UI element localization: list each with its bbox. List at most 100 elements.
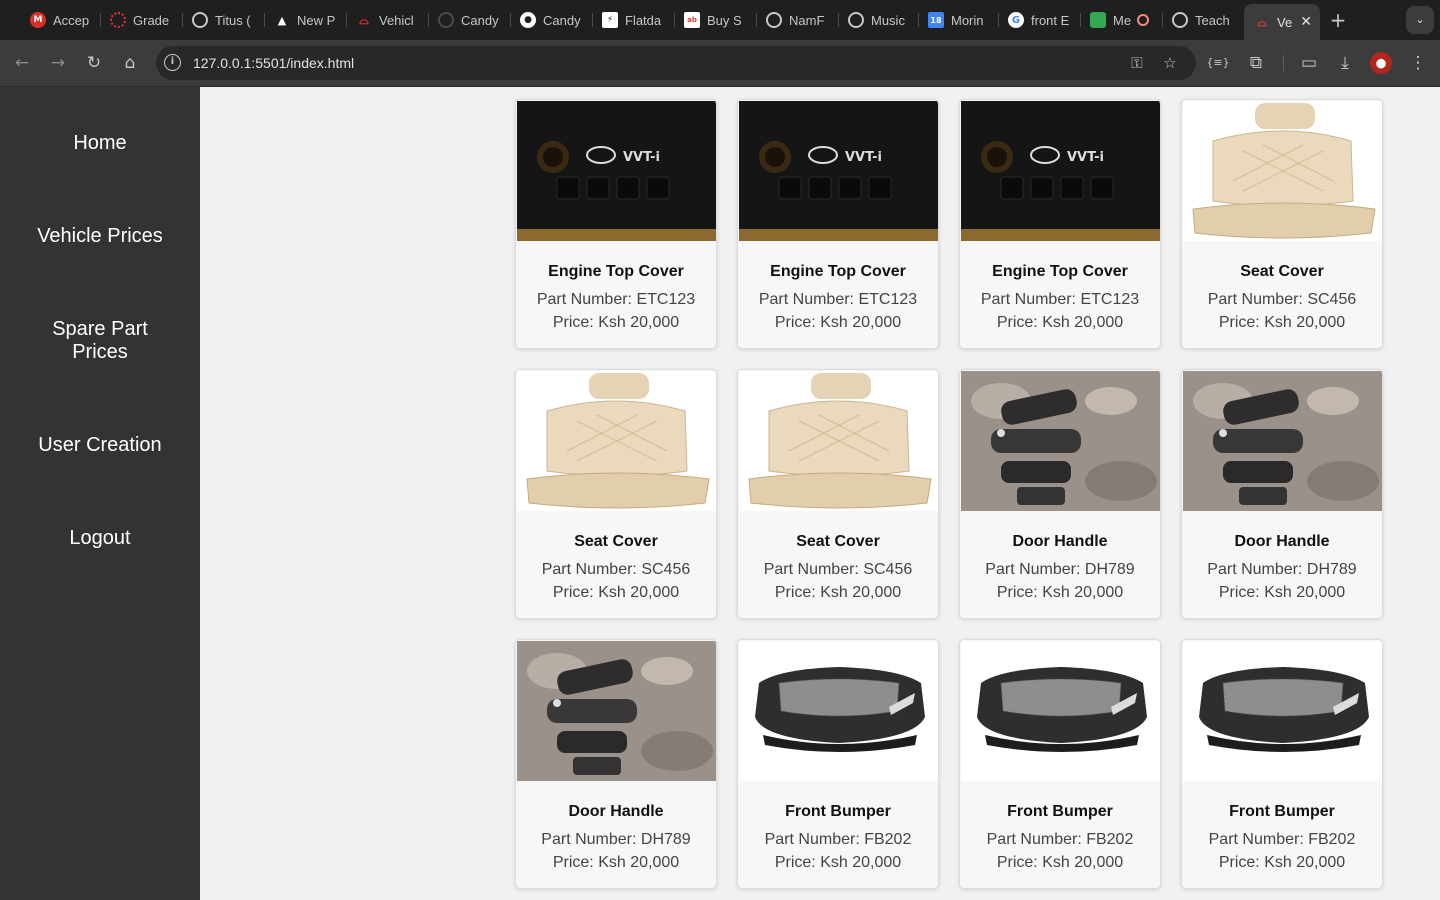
door-handle-image (1183, 371, 1382, 511)
engine-cover-image: VVT-i (517, 101, 716, 241)
home-icon[interactable]: ⌂ (118, 51, 142, 75)
product-name: Engine Top Cover (548, 263, 684, 280)
browser-tab[interactable]: Titus ( (182, 6, 262, 34)
product-card[interactable]: VVT-i Engine Top Cover Part Number: ETC1… (737, 99, 939, 349)
engine-cover-image: VVT-i (961, 101, 1160, 241)
product-price: Price: Ksh 20,000 (552, 314, 680, 331)
product-name: Door Handle (1012, 533, 1108, 550)
product-price: Price: Ksh 20,000 (774, 314, 902, 331)
product-card[interactable]: Door Handle Part Number: DH789 Price: Ks… (959, 369, 1161, 619)
part-number: Part Number: ETC123 (758, 291, 918, 308)
product-card[interactable]: Seat Cover Part Number: SC456 Price: Ksh… (515, 369, 717, 619)
product-card[interactable]: Front Bumper Part Number: FB202 Price: K… (737, 639, 939, 889)
address-bar-url[interactable]: 127.0.0.1:5501/index.html (193, 55, 354, 71)
tab-search-button[interactable]: ⌄ (1406, 6, 1434, 34)
product-name: Engine Top Cover (770, 263, 906, 280)
svg-text:VVT-i: VVT-i (1067, 150, 1104, 165)
part-number: Part Number: SC456 (541, 561, 691, 578)
product-card[interactable]: VVT-i Engine Top Cover Part Number: ETC1… (515, 99, 717, 349)
sidebar-item-logout[interactable]: Logout (0, 527, 200, 550)
browser-tab[interactable]: Candy (428, 6, 508, 34)
close-icon[interactable]: ✕ (1300, 14, 1312, 30)
flatdash-icon: ⚡ (602, 12, 618, 28)
password-key-icon[interactable]: ⚿ (1126, 52, 1148, 74)
product-name: Door Handle (1234, 533, 1330, 550)
product-price: Price: Ksh 20,000 (552, 584, 680, 601)
circle-icon (110, 12, 126, 28)
back-icon[interactable]: ← (10, 51, 34, 75)
menu-kebab-icon[interactable]: ⋮ (1406, 51, 1430, 75)
forward-icon[interactable]: → (46, 51, 70, 75)
browser-tab[interactable]: Grade (100, 6, 180, 34)
door-handle-image (517, 641, 716, 781)
product-price: Price: Ksh 20,000 (996, 314, 1124, 331)
part-number: Part Number: FB202 (986, 831, 1134, 848)
browser-tab[interactable]: M Accep (20, 6, 98, 34)
sidebar-item-spare-part-prices[interactable]: Spare Part Prices (0, 318, 200, 364)
engine-cover-image: VVT-i (739, 101, 938, 241)
product-name: Front Bumper (1229, 803, 1335, 820)
front-bumper-image (739, 641, 938, 781)
gmail-icon: M (30, 12, 46, 28)
product-name: Front Bumper (1007, 803, 1113, 820)
product-card[interactable]: Front Bumper Part Number: FB202 Price: K… (959, 639, 1161, 889)
product-name: Seat Cover (574, 533, 658, 550)
globe-icon (766, 12, 782, 28)
browser-tab[interactable]: Me (1080, 6, 1160, 34)
browser-tab[interactable]: NamF (756, 6, 836, 34)
front-bumper-image (961, 641, 1160, 781)
sidebar-item-vehicle-prices[interactable]: Vehicle Prices (0, 225, 200, 248)
browser-tab[interactable]: ● Candy (510, 6, 590, 34)
product-name: Engine Top Cover (992, 263, 1128, 280)
triangle-icon: ▲ (277, 13, 287, 27)
browser-tab[interactable]: ▲ New P (264, 6, 344, 34)
product-card[interactable]: Door Handle Part Number: DH789 Price: Ks… (515, 639, 717, 889)
browser-tab[interactable]: Gfront E (998, 6, 1078, 34)
profile-avatar[interactable]: ⬤ (1370, 52, 1392, 74)
part-number: Part Number: DH789 (1207, 561, 1357, 578)
browser-tab[interactable]: ⌓ Vehicl (346, 6, 426, 34)
browser-tab[interactable]: ⚡ Flatda (592, 6, 672, 34)
car-icon: ⌓ (359, 12, 369, 27)
extension-icon[interactable]: {≡} (1206, 51, 1230, 75)
globe-icon (848, 12, 864, 28)
part-number: Part Number: DH789 (541, 831, 691, 848)
product-card[interactable]: Seat Cover Part Number: SC456 Price: Ksh… (737, 369, 939, 619)
seat-cover-image (739, 371, 938, 511)
product-name: Seat Cover (796, 533, 880, 550)
browser-tab[interactable]: Music (838, 6, 918, 34)
recording-icon (1137, 14, 1150, 26)
door-handle-image (961, 371, 1160, 511)
browser-tab-active[interactable]: ⌓ Ve ✕ (1244, 4, 1320, 40)
seat-cover-image (517, 371, 716, 511)
browser-tab[interactable]: 18 Morin (918, 6, 998, 34)
shop-icon: ab (684, 12, 700, 28)
spinner-icon (438, 12, 454, 28)
browser-tab[interactable]: Teach (1162, 6, 1242, 34)
product-card[interactable]: Seat Cover Part Number: SC456 Price: Ksh… (1181, 99, 1383, 349)
globe-icon (192, 12, 208, 28)
sidebar-item-user-creation[interactable]: User Creation (0, 434, 200, 457)
google-icon: G (1008, 12, 1024, 28)
globe-icon (1172, 12, 1188, 28)
bookmark-star-icon[interactable]: ☆ (1159, 52, 1181, 74)
product-price: Price: Ksh 20,000 (774, 584, 902, 601)
front-bumper-image (1183, 641, 1382, 781)
cast-icon[interactable]: ▭ (1297, 51, 1321, 75)
download-icon[interactable]: ⤓ (1333, 51, 1357, 75)
car-icon: ⌓ (1257, 14, 1267, 29)
address-bar[interactable]: i 127.0.0.1:5501/index.html ⚿ ☆ (156, 46, 1196, 80)
new-tab-button[interactable]: + (1326, 8, 1350, 32)
product-price: Price: Ksh 20,000 (552, 854, 680, 871)
product-card[interactable]: Door Handle Part Number: DH789 Price: Ks… (1181, 369, 1383, 619)
product-card[interactable]: Front Bumper Part Number: FB202 Price: K… (1181, 639, 1383, 889)
reload-icon[interactable]: ↻ (82, 51, 106, 75)
browser-tab[interactable]: ab Buy S (674, 6, 754, 34)
sidebar-item-home[interactable]: Home (0, 132, 200, 155)
site-info-icon[interactable]: i (164, 54, 181, 71)
product-card[interactable]: VVT-i Engine Top Cover Part Number: ETC1… (959, 99, 1161, 349)
product-price: Price: Ksh 20,000 (1218, 854, 1346, 871)
product-price: Price: Ksh 20,000 (1218, 584, 1346, 601)
product-price: Price: Ksh 20,000 (1218, 314, 1346, 331)
extensions-puzzle-icon[interactable]: ⧉ (1244, 51, 1268, 75)
